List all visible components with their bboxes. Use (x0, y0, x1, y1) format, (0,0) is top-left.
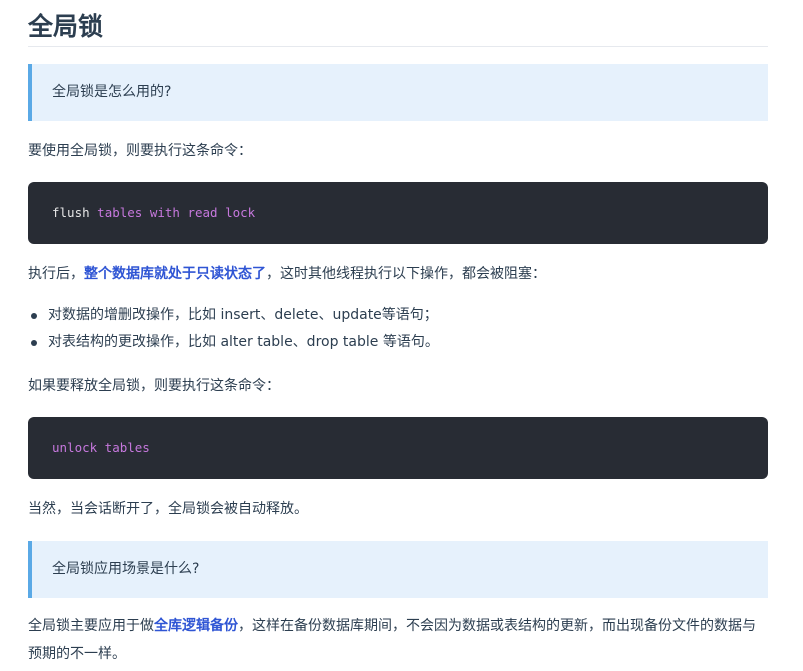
paragraph-release-intro: 如果要释放全局锁，则要执行这条命令： (28, 378, 280, 394)
paragraph-command-intro: 要使用全局锁，则要执行这条命令： (28, 143, 252, 159)
paragraph-backup-usage: 全局锁主要应用于做全库逻辑备份，这样在备份数据库期间，不会因为数据或表结构的更新… (28, 612, 768, 668)
paragraph-after-execution: 执行后，整个数据库就处于只读状态了，这时其他线程执行以下操作，都会被阻塞： (28, 260, 768, 288)
question-callout-usage: 全局锁是怎么用的? (28, 64, 768, 121)
code-block-flush: flush tables with read lock (28, 182, 768, 244)
list-item: 对表结构的更改操作，比如 alter table、drop table 等语句。 (31, 329, 768, 356)
highlight-backup: 全库逻辑备份 (154, 618, 238, 634)
document: 全局锁 全局锁是怎么用的? 要使用全局锁，则要执行这条命令： flush tab… (28, 0, 768, 668)
list-item-text: 对数据的增删改操作，比如 insert、delete、update等语句； (48, 307, 438, 323)
callout-text: 全局锁应用场景是什么? (52, 561, 200, 577)
code-token-rest: tables with read lock (89, 205, 256, 220)
question-callout-scenario: 全局锁应用场景是什么? (28, 541, 768, 598)
code-block-unlock: unlock tables (28, 417, 768, 479)
list-item: 对数据的增删改操作，比如 insert、delete、update等语句； (31, 302, 768, 329)
page-title: 全局锁 (28, 0, 768, 47)
list-item-text: 对表结构的更改操作，比如 alter table、drop table 等语句。 (48, 334, 439, 350)
paragraph-auto-release: 当然，当会话断开了，全局锁会被自动释放。 (28, 501, 308, 517)
code-token-unlock: unlock tables (52, 440, 150, 455)
code-token-flush: flush (52, 205, 90, 220)
text-before: 执行后， (28, 266, 84, 282)
callout-text: 全局锁是怎么用的? (52, 84, 172, 100)
highlight-readonly: 整个数据库就处于只读状态了 (84, 266, 266, 282)
text-before: 全局锁主要应用于做 (28, 618, 154, 634)
bullet-dot (31, 340, 37, 346)
bullet-dot (31, 313, 37, 319)
text-after: ，这时其他线程执行以下操作，都会被阻塞： (266, 266, 546, 282)
blocked-operations-list: 对数据的增删改操作，比如 insert、delete、update等语句； 对表… (28, 302, 768, 356)
